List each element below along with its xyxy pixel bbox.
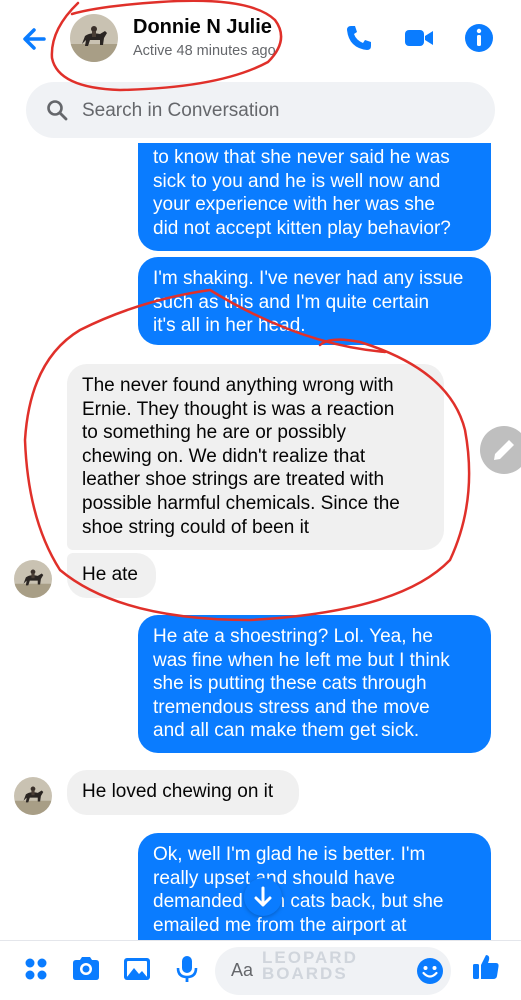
four-dots-icon[interactable] — [20, 953, 52, 985]
search-icon — [47, 100, 68, 121]
message-bubble-outgoing[interactable]: Ok, well I'm glad he is better. I'm real… — [138, 833, 491, 943]
microphone-icon[interactable] — [171, 953, 203, 985]
camera-icon[interactable] — [70, 953, 102, 985]
smiley-icon[interactable] — [415, 956, 445, 986]
message-bubble-incoming[interactable]: The never found anything wrong with Erni… — [67, 364, 444, 550]
active-status: Active 48 minutes ago — [133, 43, 276, 59]
message-bubble-outgoing[interactable]: I'm shaking. I've never had any issue su… — [138, 257, 491, 345]
info-icon[interactable] — [463, 22, 495, 54]
edit-fab-button[interactable] — [480, 426, 521, 474]
sender-avatar[interactable] — [14, 560, 52, 598]
back-arrow-icon[interactable] — [18, 22, 52, 56]
contact-name[interactable]: Donnie N Julie — [133, 16, 272, 39]
pencil-icon — [494, 440, 514, 460]
search-placeholder: Search in Conversation — [82, 100, 280, 121]
message-bubble-outgoing[interactable]: He ate a shoestring? Lol. Yea, he was fi… — [138, 615, 491, 753]
arrow-down-icon — [254, 886, 272, 907]
scroll-to-bottom-button[interactable] — [244, 878, 282, 916]
message-bubble-incoming[interactable]: He loved chewing on it — [67, 770, 299, 815]
search-in-conversation-input[interactable]: Search in Conversation — [26, 82, 495, 138]
message-bubble-outgoing[interactable]: to know that she never said he was sick … — [138, 143, 491, 251]
video-camera-icon[interactable] — [403, 22, 435, 54]
watermark-logo: LEOPARD BOARDS — [262, 949, 358, 983]
watermark-line-2: BOARDS — [262, 964, 348, 983]
message-bubble-incoming[interactable]: He ate — [67, 553, 156, 598]
sender-avatar[interactable] — [14, 777, 52, 815]
image-icon[interactable] — [121, 953, 153, 985]
phone-icon[interactable] — [343, 22, 375, 54]
message-input-placeholder: Aa — [231, 960, 254, 980]
conversation-header: Donnie N Julie Active 48 minutes ago — [0, 0, 521, 76]
contact-avatar[interactable] — [70, 14, 118, 62]
message-composer-bar: Aa — [0, 940, 521, 1000]
thumbs-up-icon[interactable] — [470, 951, 502, 983]
